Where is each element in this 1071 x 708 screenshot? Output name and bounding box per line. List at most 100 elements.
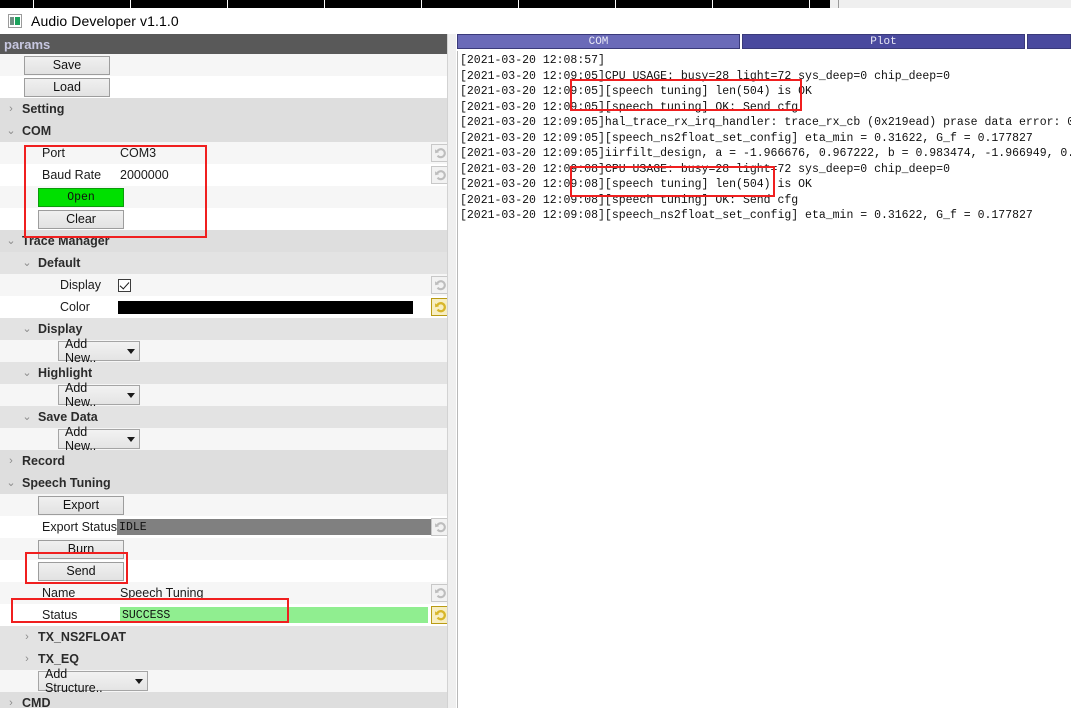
- chevron-down-icon[interactable]: ⌄: [4, 125, 18, 137]
- chevron-down-icon[interactable]: ⌄: [4, 477, 18, 489]
- group-highlight-label: Highlight: [38, 366, 93, 380]
- port-label: Port: [42, 146, 65, 160]
- row-export-status: Export Status IDLE: [0, 516, 455, 538]
- chevron-right-icon[interactable]: ›: [4, 455, 18, 467]
- trace-display-label: Display: [60, 278, 101, 292]
- row-send: Send: [0, 560, 455, 582]
- chevron-down-icon[interactable]: ⌄: [20, 411, 34, 423]
- top-ruler-strip: [0, 0, 830, 8]
- tab-bar: COM Plot: [457, 34, 1071, 49]
- group-setting[interactable]: › Setting: [0, 98, 455, 120]
- save-data-add-new-label: Add New..: [65, 425, 97, 453]
- group-speech-tuning-label: Speech Tuning: [22, 476, 111, 490]
- row-clear: Clear: [0, 208, 455, 230]
- load-button[interactable]: Load: [24, 77, 110, 97]
- row-export: Export: [0, 494, 455, 516]
- name-label: Name: [42, 586, 76, 600]
- row-save-data-add-new: Add New..: [0, 425, 455, 453]
- window-title: Audio Developer v1.1.0: [31, 13, 179, 29]
- log-line: [2021-03-20 12:09:05][speech tuning] OK:…: [460, 100, 799, 114]
- tab-partial[interactable]: [1027, 34, 1071, 49]
- log-line: [2021-03-20 12:08:57]: [460, 54, 605, 67]
- highlight-add-new-dropdown[interactable]: Add New..: [58, 381, 140, 409]
- save-button[interactable]: Save: [24, 55, 110, 75]
- group-default[interactable]: ⌄ Default: [0, 252, 455, 274]
- window-titlebar: Audio Developer v1.1.0: [0, 8, 1071, 34]
- params-tree: Save Load › Setting ⌄ COM Port COM3 Baud…: [0, 54, 455, 708]
- group-record-label: Record: [22, 454, 66, 468]
- highlight-add-new-label: Add New..: [65, 381, 97, 409]
- export-status-label: Export Status: [42, 520, 118, 534]
- row-burn: Burn: [0, 538, 455, 560]
- params-scrollbar-thumb[interactable]: [449, 34, 456, 594]
- chevron-down-icon[interactable]: ⌄: [20, 367, 34, 379]
- group-com[interactable]: ⌄ COM: [0, 120, 455, 142]
- com-log-output[interactable]: [2021-03-20 12:08:57] [2021-03-20 12:09:…: [457, 51, 1071, 708]
- group-record[interactable]: › Record: [0, 450, 455, 472]
- log-line: [2021-03-20 12:09:08][speech_ns2float_se…: [460, 209, 1033, 222]
- group-setting-label: Setting: [22, 102, 65, 116]
- group-cmd[interactable]: › CMD: [0, 692, 455, 708]
- chevron-right-icon[interactable]: ›: [20, 631, 34, 643]
- status-badge: SUCCESS: [120, 607, 428, 623]
- save-data-add-new-dropdown[interactable]: Add New..: [58, 425, 140, 453]
- port-value[interactable]: COM3: [120, 146, 156, 160]
- chevron-down-icon: [135, 678, 143, 684]
- right-panel: COM Plot [2021-03-20 12:08:57] [2021-03-…: [457, 34, 1071, 708]
- row-status: Status SUCCESS: [0, 604, 455, 626]
- group-trace-manager[interactable]: ⌄ Trace Manager: [0, 230, 455, 252]
- params-panel-title: params: [4, 36, 51, 52]
- group-speech-tuning[interactable]: ⌄ Speech Tuning: [0, 472, 455, 494]
- add-structure-label: Add Structure..: [45, 667, 103, 695]
- open-button[interactable]: Open: [38, 187, 124, 207]
- row-load: Load: [0, 76, 455, 98]
- row-highlight-add-new: Add New..: [0, 381, 455, 409]
- chevron-down-icon[interactable]: ⌄: [20, 323, 34, 335]
- log-line: [2021-03-20 12:09:08][speech tuning] len…: [460, 178, 812, 191]
- group-tx-ns2float[interactable]: › TX_NS2FLOAT: [0, 626, 455, 648]
- row-trace-color: Color: [0, 296, 455, 318]
- group-display-label: Display: [38, 322, 83, 336]
- chevron-down-icon: [127, 436, 135, 442]
- group-default-label: Default: [38, 256, 81, 270]
- trace-display-checkbox[interactable]: [118, 278, 131, 292]
- send-button[interactable]: Send: [38, 561, 124, 581]
- row-baud-rate: Baud Rate 2000000: [0, 164, 455, 186]
- log-line: [2021-03-20 12:09:05][speech_ns2float_se…: [460, 131, 1033, 145]
- row-port: Port COM3: [0, 142, 455, 164]
- chevron-right-icon[interactable]: ›: [4, 103, 18, 115]
- display-add-new-dropdown[interactable]: Add New..: [58, 337, 140, 365]
- name-value[interactable]: Speech Tuning: [120, 586, 203, 600]
- log-line: [2021-03-20 12:09:05][speech tuning] len…: [460, 85, 812, 98]
- group-cmd-label: CMD: [22, 696, 51, 708]
- chevron-down-icon[interactable]: ⌄: [4, 235, 18, 247]
- display-add-new-label: Add New..: [65, 337, 97, 365]
- clear-button[interactable]: Clear: [38, 209, 124, 229]
- baud-rate-value[interactable]: 2000000: [120, 168, 169, 182]
- group-com-label: COM: [22, 124, 52, 138]
- tab-plot[interactable]: Plot: [742, 34, 1025, 49]
- tab-com[interactable]: COM: [457, 34, 740, 49]
- baud-rate-label: Baud Rate: [42, 168, 102, 182]
- group-trace-manager-label: Trace Manager: [22, 234, 110, 248]
- chevron-down-icon: [127, 348, 135, 354]
- chevron-right-icon[interactable]: ›: [4, 697, 18, 708]
- log-line: [2021-03-20 12:09:05]iirfilt_design, a =…: [460, 147, 1071, 160]
- chevron-down-icon[interactable]: ⌄: [20, 257, 34, 269]
- row-name: Name Speech Tuning: [0, 582, 455, 604]
- trace-color-swatch[interactable]: [118, 300, 413, 314]
- chevron-right-icon[interactable]: ›: [20, 653, 34, 665]
- row-add-structure: Add Structure..: [0, 667, 455, 695]
- row-open: Open: [0, 186, 455, 208]
- params-panel: params Save Load › Setting ⌄ COM Port CO…: [0, 34, 456, 708]
- log-line: [2021-03-20 12:09:08][speech tuning] OK:…: [460, 193, 799, 207]
- export-button[interactable]: Export: [38, 495, 124, 515]
- export-status-value: IDLE: [117, 519, 438, 535]
- row-trace-display: Display: [0, 274, 455, 296]
- log-line: [2021-03-20 12:09:05]CPU USAGE: busy=28 …: [460, 69, 950, 83]
- chevron-down-icon: [127, 392, 135, 398]
- params-scrollbar[interactable]: [447, 34, 456, 708]
- add-structure-dropdown[interactable]: Add Structure..: [38, 667, 148, 695]
- burn-button[interactable]: Burn: [38, 539, 124, 559]
- group-save-data-label: Save Data: [38, 410, 98, 424]
